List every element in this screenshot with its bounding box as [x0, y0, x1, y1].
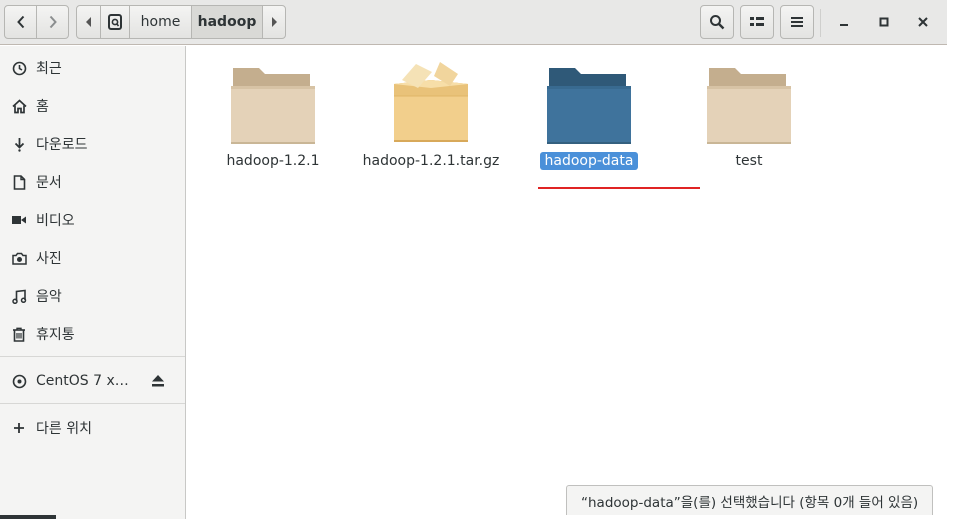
clock-icon	[11, 60, 27, 76]
menu-button[interactable]	[780, 5, 814, 39]
file-item[interactable]: hadoop-1.2.1.tar.gz	[356, 56, 506, 170]
path-bar: home hadoop	[76, 5, 286, 39]
annotation-underline	[538, 187, 700, 189]
sidebar-separator	[0, 356, 185, 357]
list-view-icon	[750, 17, 764, 26]
taskbar-fragment	[0, 515, 56, 519]
view-toggle-button[interactable]	[740, 5, 774, 39]
file-manager-window: home hadoop 최근 홈 다운로드 문서 비디오 사진 음악 휴지통 C…	[0, 0, 959, 519]
sidebar-item-label: 사진	[36, 251, 62, 267]
path-current-button[interactable]: hadoop	[191, 5, 263, 39]
sidebar-item-label: 홈	[36, 99, 49, 115]
archive-package-icon	[386, 56, 476, 146]
back-button[interactable]	[4, 5, 37, 39]
sidebar-item-pictures[interactable]: 사진	[0, 240, 185, 276]
sidebar-item-label: 비디오	[36, 213, 75, 229]
minimize-icon	[840, 24, 848, 26]
music-icon	[11, 288, 27, 304]
file-view: hadoop-1.2.1 hadoop-1.2.1.tar.gz hadoop-…	[187, 46, 947, 519]
file-name: hadoop-1.2.1.tar.gz	[362, 153, 500, 169]
trash-icon	[11, 326, 27, 342]
disc-icon	[11, 373, 27, 389]
sidebar-item-trash[interactable]: 휴지통	[0, 316, 185, 352]
sidebar-item-label: CentOS 7 x…	[36, 373, 129, 389]
forward-button[interactable]	[36, 5, 69, 39]
path-scroll-left-button[interactable]	[76, 5, 101, 39]
plus-icon	[11, 420, 27, 436]
status-overlay: “hadoop-data”을(를) 선택했습니다 (항목 0개 들어 있음)	[566, 485, 934, 515]
file-item[interactable]: hadoop-1.2.1	[198, 56, 348, 170]
path-home-button[interactable]: home	[129, 5, 192, 39]
sidebar-item-label: 문서	[36, 175, 62, 191]
sidebar-item-label: 최근	[36, 61, 62, 77]
camera-icon	[11, 250, 27, 266]
maximize-icon	[879, 17, 889, 27]
path-root-button[interactable]	[100, 5, 130, 39]
sidebar-item-music[interactable]: 음악	[0, 278, 185, 314]
chevron-right-icon	[49, 15, 57, 29]
triangle-left-icon	[85, 17, 91, 27]
file-name: hadoop-data	[539, 152, 639, 170]
sidebar-item-label: 다운로드	[36, 137, 88, 153]
sidebar-item-label: 다른 위치	[36, 421, 92, 437]
search-button[interactable]	[700, 5, 734, 39]
file-item[interactable]: test	[674, 56, 824, 170]
folder-icon	[704, 56, 794, 146]
header-bar: home hadoop	[0, 0, 947, 45]
document-icon	[11, 174, 27, 190]
sidebar-item-documents[interactable]: 문서	[0, 164, 185, 200]
triangle-right-icon	[272, 17, 277, 27]
download-icon	[11, 136, 27, 152]
home-icon	[11, 98, 27, 114]
file-name: hadoop-1.2.1	[226, 153, 320, 169]
file-item[interactable]: hadoop-data	[514, 56, 664, 170]
video-icon	[11, 212, 27, 228]
header-separator	[820, 9, 821, 37]
hamburger-menu-icon	[791, 17, 803, 27]
maximize-button[interactable]	[871, 8, 897, 36]
sidebar-item-other-locations[interactable]: 다른 위치	[0, 410, 185, 446]
sidebar-item-videos[interactable]: 비디오	[0, 202, 185, 238]
eject-icon[interactable]	[151, 374, 165, 391]
minimize-button[interactable]	[831, 8, 857, 36]
sidebar-item-label: 음악	[36, 289, 62, 305]
drive-icon	[108, 14, 122, 30]
sidebar-item-downloads[interactable]: 다운로드	[0, 126, 185, 162]
folder-icon	[544, 56, 634, 146]
file-name: test	[735, 153, 763, 169]
sidebar-item-home[interactable]: 홈	[0, 88, 185, 124]
window-edge	[947, 0, 959, 519]
folder-icon	[228, 56, 318, 146]
sidebar-separator	[0, 403, 185, 404]
path-scroll-right-button[interactable]	[262, 5, 286, 39]
close-button[interactable]	[910, 8, 936, 36]
sidebar-item-recent[interactable]: 최근	[0, 50, 185, 86]
close-icon	[918, 17, 928, 27]
sidebar: 최근 홈 다운로드 문서 비디오 사진 음악 휴지통 CentOS 7 x… 다…	[0, 46, 186, 519]
navigation-buttons	[4, 5, 70, 39]
sidebar-item-label: 휴지통	[36, 327, 75, 343]
chevron-left-icon	[16, 15, 24, 29]
search-icon	[710, 15, 725, 30]
sidebar-item-device[interactable]: CentOS 7 x…	[0, 363, 185, 399]
